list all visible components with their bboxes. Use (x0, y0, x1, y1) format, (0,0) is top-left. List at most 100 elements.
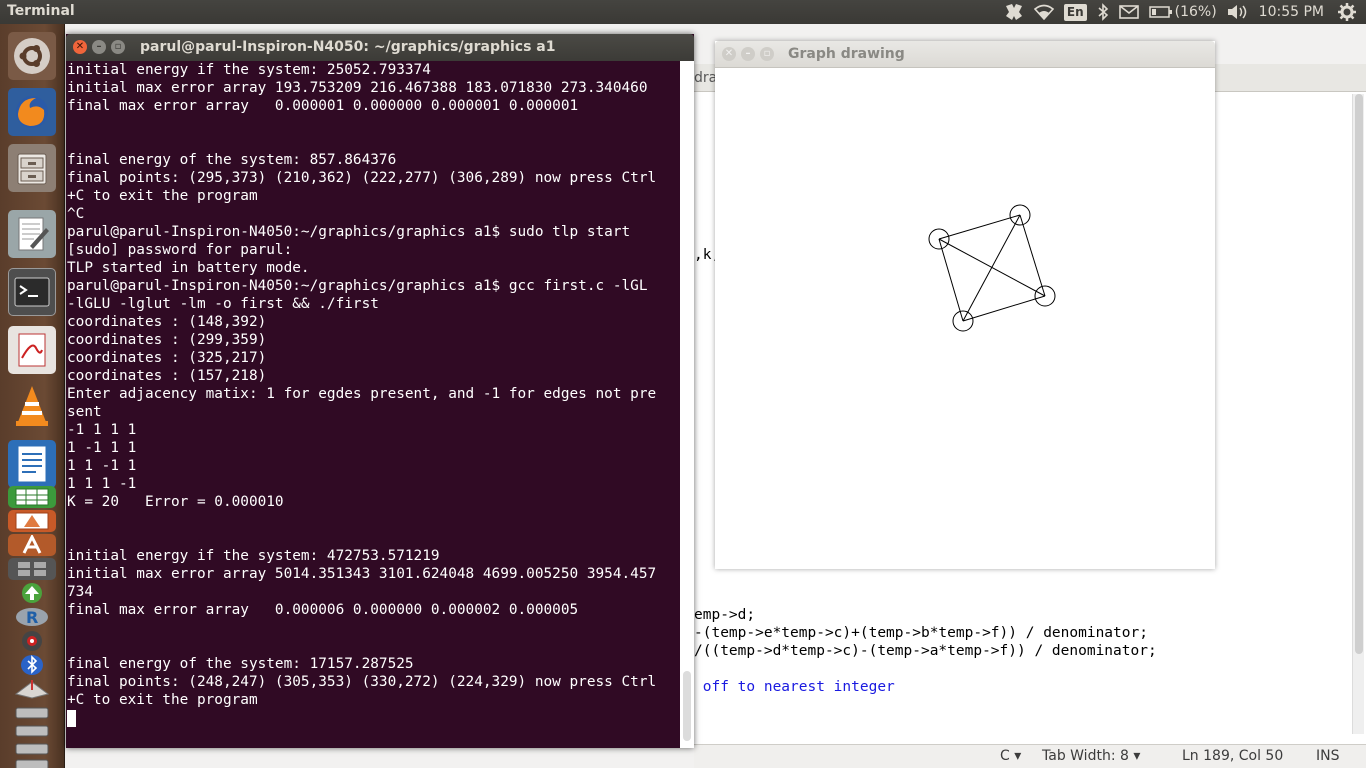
workspace-grid-icon (18, 562, 46, 576)
code-line[interactable]: -(temp->e*temp->c)+(temp->b*temp->f)) / … (694, 624, 1148, 642)
files-launcher[interactable] (8, 144, 56, 192)
code-comment-line[interactable]: off to nearest integer (694, 678, 895, 696)
cursor-position: Ln 189, Col 50 (1182, 748, 1284, 764)
text-cursor (67, 710, 76, 727)
svg-text:R: R (26, 608, 38, 627)
gear-icon[interactable] (1338, 0, 1356, 24)
document-viewer-launcher[interactable] (8, 326, 56, 374)
text-editor-icon (18, 217, 49, 251)
terminal-titlebar[interactable]: ✕ – ▫ parul@parul-Inspiron-N4050: ~/grap… (66, 34, 694, 61)
terminal-line: final points: (295,373) (210,362) (222,2… (67, 170, 657, 186)
terminal-line: initial max error array 193.753209 216.4… (67, 80, 648, 96)
editor-scroll-thumb[interactable] (1355, 94, 1363, 654)
terminal-scroll-thumb[interactable] (683, 671, 691, 741)
terminal-line: 1 1 1 -1 (67, 476, 137, 492)
terminal-line: initial energy if the system: 25052.7933… (67, 62, 431, 78)
tab-width-selector[interactable]: Tab Width: 8 ▾ (1042, 748, 1140, 764)
terminal-launcher[interactable] (8, 268, 56, 316)
installer-launcher[interactable] (8, 678, 56, 700)
terminal-line: coordinates : (325,217) (67, 350, 267, 366)
maximize-button[interactable]: ▫ (760, 47, 774, 61)
font-viewer-launcher[interactable] (8, 534, 56, 556)
window-controls: ✕ – ▫ (722, 47, 779, 61)
bluetooth-icon[interactable] (1097, 0, 1109, 24)
terminal-line: -1 1 1 1 (67, 422, 137, 438)
minimize-button[interactable]: – (741, 47, 755, 61)
media-launcher[interactable] (8, 630, 56, 652)
presentation-icon (15, 512, 49, 530)
terminal-icon (14, 277, 50, 307)
minimize-icon: – (96, 41, 102, 52)
terminal-line: final max error array 0.000001 0.000000 … (67, 98, 579, 114)
maximize-icon: ▫ (114, 41, 122, 52)
system-tray: En (16%) 10:55 PM (1004, 0, 1366, 24)
wifi-icon[interactable] (1033, 0, 1054, 24)
mail-icon[interactable] (1118, 0, 1139, 24)
graph-canvas[interactable] (715, 68, 1215, 569)
ubuntu-dash-button[interactable] (8, 32, 56, 80)
code-line[interactable]: emp->d; (694, 606, 755, 624)
code-line[interactable]: /((temp->d*temp->c)-(temp->a*temp->f)) /… (694, 642, 1157, 660)
bluetooth-icon (21, 655, 43, 675)
pdf-viewer-icon (18, 333, 46, 367)
terminal-window: ✕ – ▫ parul@parul-Inspiron-N4050: ~/grap… (66, 34, 694, 748)
graph-window-titlebar[interactable]: ✕ – ▫ Graph drawing (715, 41, 1215, 68)
firefox-launcher[interactable] (8, 88, 56, 136)
update-arrow-icon (22, 583, 42, 603)
language-selector[interactable]: C ▾ (1000, 748, 1021, 764)
terminal-line: final energy of the system: 857.864376 (67, 152, 397, 168)
writer-launcher[interactable] (8, 440, 56, 488)
terminal-title: parul@parul-Inspiron-N4050: ~/graphics/g… (140, 39, 556, 55)
graph-edge (938, 214, 1021, 240)
editor-scrollbar[interactable] (1352, 94, 1364, 734)
ubuntu-logo-icon (14, 38, 50, 74)
clock[interactable]: 10:55 PM (1259, 0, 1324, 24)
workspace-switcher[interactable] (8, 558, 56, 580)
text-editor-launcher[interactable] (8, 210, 56, 258)
impress-launcher[interactable] (8, 510, 56, 532)
graph-edge (962, 295, 1046, 322)
minimize-button[interactable]: – (92, 40, 106, 54)
maximize-icon: ▫ (763, 48, 771, 59)
terminal-line: ^C (67, 206, 85, 222)
terminal-line: 1 -1 1 1 (67, 440, 137, 456)
terminal-scrollbar[interactable] (680, 61, 694, 748)
volume-icon[interactable] (1227, 0, 1249, 24)
terminal-line: 734 (67, 584, 93, 600)
battery-indicator[interactable]: (16%) (1148, 0, 1217, 24)
disk-launcher-4[interactable] (8, 754, 56, 768)
graph-edge (938, 238, 1046, 297)
top-panel: Terminal En (16%) 10:55 PM (0, 0, 1366, 24)
vlc-launcher[interactable] (8, 382, 56, 430)
close-button[interactable]: ✕ (722, 47, 736, 61)
keyboard-language-indicator[interactable]: En (1063, 3, 1087, 21)
update-manager-launcher[interactable] (8, 582, 56, 604)
disk-drive-icon (15, 725, 49, 737)
r-launcher[interactable]: R (8, 606, 56, 628)
editor-tab-label[interactable]: dra (694, 70, 717, 86)
terminal-line: +C to exit the program (67, 188, 258, 204)
minimize-icon: – (745, 48, 751, 59)
terminal-line: 1 1 -1 1 (67, 458, 137, 474)
editor-statusbar: C ▾ Tab Width: 8 ▾ Ln 189, Col 50 INS (694, 744, 1366, 768)
maximize-button[interactable]: ▫ (111, 40, 125, 54)
active-app-title[interactable]: Terminal (7, 3, 75, 19)
bluetooth-launcher[interactable] (8, 654, 56, 676)
terminal-line: [sudo] password for parul: (67, 242, 293, 258)
battery-icon (1148, 6, 1172, 18)
close-button[interactable]: ✕ (73, 40, 87, 54)
terminal-line: coordinates : (157,218) (67, 368, 267, 384)
close-icon: ✕ (724, 48, 734, 59)
terminal-prompt-line[interactable] (67, 709, 680, 727)
terminal-line: Enter adjacency matix: 1 for egdes prese… (67, 386, 657, 402)
calc-launcher[interactable] (8, 486, 56, 508)
terminal-line: TLP started in battery mode. (67, 260, 310, 276)
dropbox-icon[interactable] (1004, 0, 1024, 24)
r-logo-icon: R (16, 608, 48, 627)
file-cabinet-icon (17, 153, 47, 185)
terminal-output[interactable]: initial energy if the system: 25052.7933… (66, 61, 680, 748)
terminal-line: final max error array 0.000006 0.000000 … (67, 602, 579, 618)
